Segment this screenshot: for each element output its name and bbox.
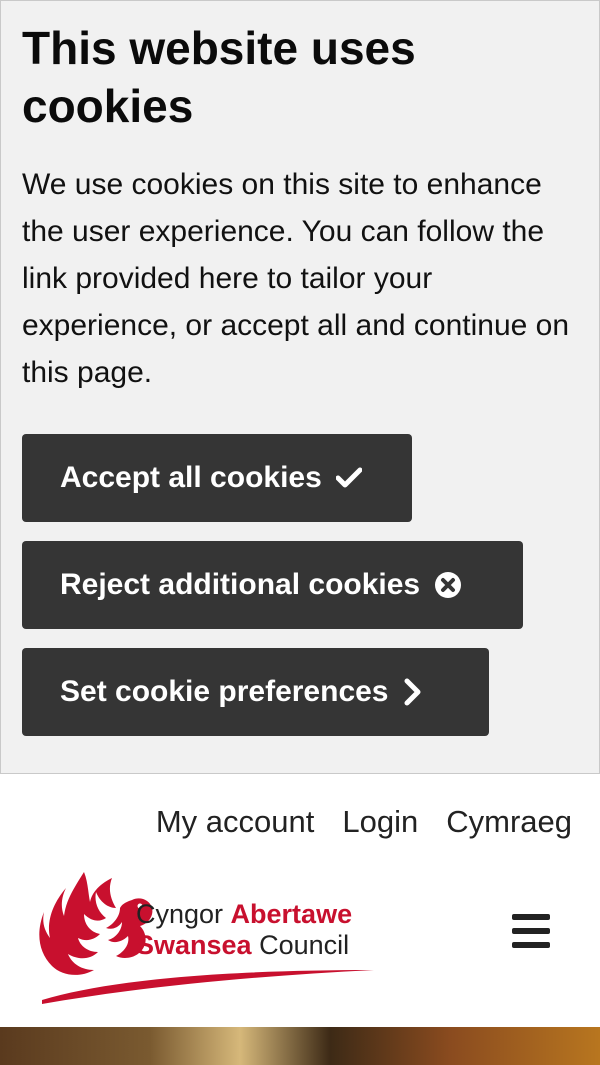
chevron-right-icon xyxy=(403,678,423,706)
login-link[interactable]: Login xyxy=(342,800,418,844)
logo-line-welsh: Cyngor Abertawe xyxy=(136,899,353,929)
cookie-banner: This website uses cookies We use cookies… xyxy=(0,0,600,774)
cookie-banner-title: This website uses cookies xyxy=(22,22,416,132)
logo-line-english: Swansea Council xyxy=(136,930,350,960)
checkmark-icon xyxy=(335,467,362,489)
reject-additional-cookies-button[interactable]: Reject additional cookies xyxy=(22,541,523,629)
utility-links: My account Login Cymraeg xyxy=(156,800,572,844)
language-toggle-link[interactable]: Cymraeg xyxy=(446,800,572,844)
accept-all-cookies-label: Accept all cookies xyxy=(60,461,322,494)
set-cookie-preferences-button[interactable]: Set cookie preferences xyxy=(22,648,489,736)
council-logo-wordmark: Cyngor Abertawe Swansea Council xyxy=(136,899,352,961)
hero-image xyxy=(0,1027,600,1065)
set-cookie-preferences-label: Set cookie preferences xyxy=(60,675,389,708)
reject-additional-cookies-label: Reject additional cookies xyxy=(60,568,421,601)
circle-x-icon xyxy=(434,571,462,599)
hamburger-menu-icon[interactable] xyxy=(509,913,553,957)
accept-all-cookies-button[interactable]: Accept all cookies xyxy=(22,434,412,522)
cookie-banner-text: We use cookies on this site to enhance t… xyxy=(22,168,570,389)
my-account-link[interactable]: My account xyxy=(156,800,315,844)
